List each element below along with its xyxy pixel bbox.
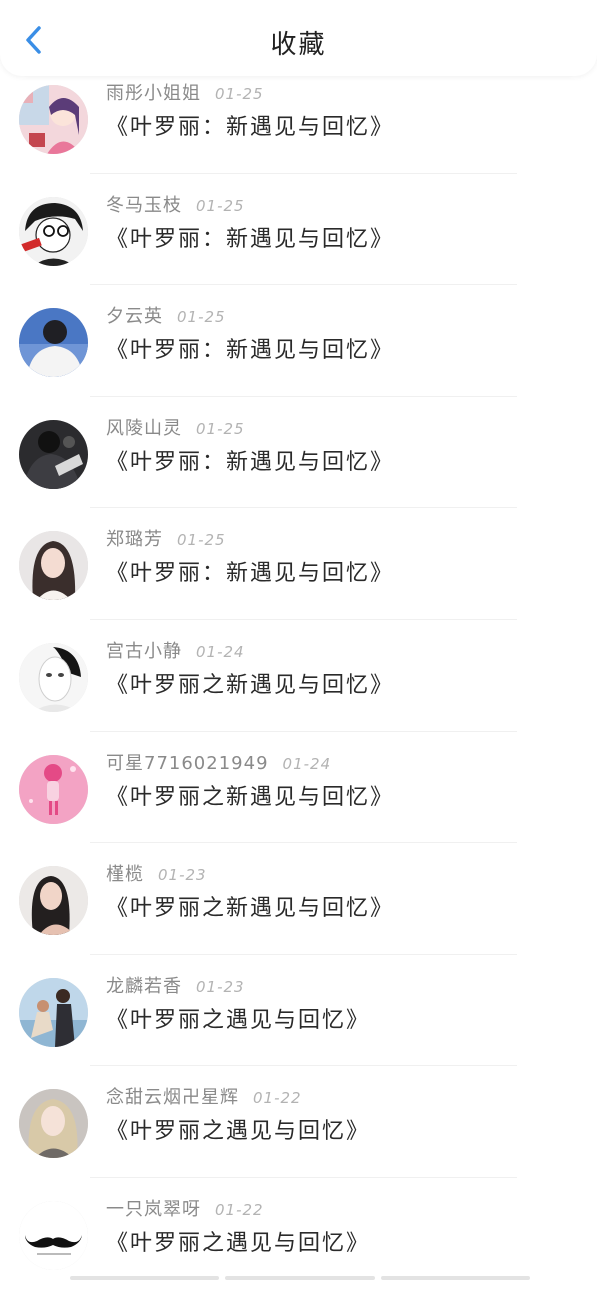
username: 一只岚翠呀 bbox=[106, 1198, 201, 1220]
post-title[interactable]: 《叶罗丽：新遇见与回忆》 bbox=[106, 332, 394, 364]
username: 雨彤小姐姐 bbox=[106, 83, 201, 104]
post-title[interactable]: 《叶罗丽之新遇见与回忆》 bbox=[106, 779, 394, 811]
post-date: 01-22 bbox=[215, 1200, 264, 1219]
page-title: 收藏 bbox=[270, 30, 327, 60]
post-date: 01-24 bbox=[196, 642, 245, 661]
indicator-segment bbox=[70, 1276, 220, 1280]
indicator-segment bbox=[380, 1276, 530, 1280]
avatar[interactable] bbox=[19, 308, 88, 378]
post-title[interactable]: 《叶罗丽：新遇见与回忆》 bbox=[106, 109, 394, 141]
post-meta: 槿榄 01-23 bbox=[106, 860, 207, 886]
username: 可星7716021949 bbox=[106, 752, 269, 774]
list-item[interactable]: 风陵山灵 01-25 《叶罗丽：新遇见与回忆》 bbox=[0, 397, 597, 509]
post-title[interactable]: 《叶罗丽之遇见与回忆》 bbox=[106, 1225, 370, 1257]
post-date: 01-23 bbox=[196, 977, 245, 996]
username: 龙麟若香 bbox=[106, 975, 182, 997]
post-date: 01-25 bbox=[177, 531, 226, 550]
post-meta: 念甜云烟卍星辉 01-22 bbox=[106, 1083, 302, 1109]
post-meta: 郑璐芳 01-25 bbox=[106, 525, 226, 551]
post-meta: 雨彤小姐姐 01-25 bbox=[106, 79, 264, 105]
boy-back-avatar-icon bbox=[19, 308, 88, 378]
avatar[interactable] bbox=[19, 977, 88, 1047]
post-title[interactable]: 《叶罗丽之新遇见与回忆》 bbox=[106, 667, 394, 699]
post-meta: 夕云英 01-25 bbox=[106, 302, 226, 328]
avatar[interactable] bbox=[19, 531, 88, 601]
mask-avatar-icon bbox=[19, 642, 88, 712]
list-item[interactable]: 宫古小静 01-24 《叶罗丽之新遇见与回忆》 bbox=[0, 620, 597, 732]
post-title[interactable]: 《叶罗丽之新遇见与回忆》 bbox=[106, 890, 394, 922]
avatar[interactable] bbox=[19, 866, 88, 936]
list-item[interactable]: 雨彤小姐姐 01-25 《叶罗丽：新遇见与回忆》 bbox=[0, 62, 597, 174]
username: 念甜云烟卍星辉 bbox=[106, 1087, 239, 1109]
post-date: 01-25 bbox=[196, 419, 245, 438]
couple-photo-avatar-icon bbox=[19, 977, 88, 1047]
post-title[interactable]: 《叶罗丽之遇见与回忆》 bbox=[106, 1113, 370, 1145]
post-meta: 可星7716021949 01-24 bbox=[106, 749, 331, 775]
avatar[interactable] bbox=[19, 419, 88, 489]
avatar[interactable] bbox=[19, 1089, 88, 1159]
post-meta: 龙麟若香 01-23 bbox=[106, 972, 245, 998]
mustache-avatar-icon bbox=[19, 1200, 88, 1270]
post-date: 01-25 bbox=[177, 308, 226, 327]
list-item[interactable]: 郑璐芳 01-25 《叶罗丽：新遇见与回忆》 bbox=[0, 508, 597, 620]
dark-photo-avatar-icon bbox=[19, 419, 88, 489]
username: 郑璐芳 bbox=[106, 529, 163, 551]
list-item[interactable]: 一只岚翠呀 01-22 《叶罗丽之遇见与回忆》 bbox=[0, 1178, 597, 1290]
username: 槿榄 bbox=[106, 864, 144, 886]
blonde-girl-avatar-icon bbox=[19, 1089, 88, 1159]
post-date: 01-23 bbox=[158, 866, 207, 885]
list-item[interactable]: 龙麟若香 01-23 《叶罗丽之遇见与回忆》 bbox=[0, 955, 597, 1067]
post-date: 01-24 bbox=[282, 754, 332, 773]
post-title[interactable]: 《叶罗丽：新遇见与回忆》 bbox=[106, 555, 394, 587]
post-meta: 风陵山灵 01-25 bbox=[106, 414, 245, 440]
list-item[interactable]: 夕云英 01-25 《叶罗丽：新遇见与回忆》 bbox=[0, 285, 597, 397]
list-item[interactable]: 槿榄 01-23 《叶罗丽之新遇见与回忆》 bbox=[0, 843, 597, 955]
avatar[interactable] bbox=[19, 85, 88, 154]
top-bar: 收藏 bbox=[0, 0, 597, 76]
post-title[interactable]: 《叶罗丽：新遇见与回忆》 bbox=[106, 221, 394, 253]
bottom-indicator bbox=[70, 1276, 530, 1280]
post-meta: 冬马玉枝 01-25 bbox=[106, 191, 245, 217]
avatar[interactable] bbox=[19, 1200, 88, 1270]
post-title[interactable]: 《叶罗丽：新遇见与回忆》 bbox=[106, 444, 394, 476]
favorites-list: 雨彤小姐姐 01-25 《叶罗丽：新遇见与回忆》 冬马玉枝 01-25 《叶罗丽：新… bbox=[0, 62, 597, 1290]
girl-photo-avatar-icon bbox=[19, 531, 88, 601]
avatar[interactable] bbox=[19, 642, 88, 712]
anime-girl-avatar-icon bbox=[19, 85, 88, 154]
list-item[interactable]: 可星7716021949 01-24 《叶罗丽之新遇见与回忆》 bbox=[0, 732, 597, 844]
pink-anime-avatar-icon bbox=[19, 754, 88, 824]
avatar[interactable] bbox=[19, 754, 88, 824]
manga-boy-avatar-icon bbox=[19, 196, 88, 266]
indicator-segment bbox=[225, 1276, 375, 1280]
list-item[interactable]: 冬马玉枝 01-25 《叶罗丽：新遇见与回忆》 bbox=[0, 174, 597, 286]
post-meta: 宫古小静 01-24 bbox=[106, 637, 245, 663]
woman-photo-avatar-icon bbox=[19, 866, 88, 936]
list-item[interactable]: 念甜云烟卍星辉 01-22 《叶罗丽之遇见与回忆》 bbox=[0, 1066, 597, 1178]
avatar[interactable] bbox=[19, 196, 88, 266]
username: 夕云英 bbox=[106, 306, 163, 328]
post-date: 01-25 bbox=[196, 196, 245, 215]
post-title[interactable]: 《叶罗丽之遇见与回忆》 bbox=[106, 1002, 370, 1034]
username: 宫古小静 bbox=[106, 640, 182, 662]
post-date: 01-25 bbox=[215, 85, 264, 103]
post-date: 01-22 bbox=[253, 1089, 302, 1108]
post-meta: 一只岚翠呀 01-22 bbox=[106, 1195, 264, 1221]
username: 冬马玉枝 bbox=[106, 194, 182, 216]
username: 风陵山灵 bbox=[106, 417, 182, 439]
